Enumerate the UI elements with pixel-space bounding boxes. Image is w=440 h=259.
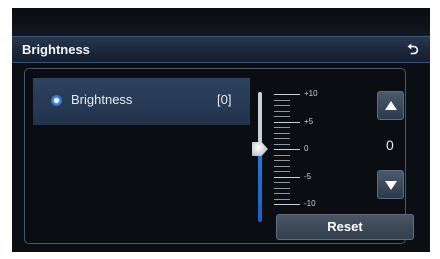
scale-label: +5 (304, 117, 314, 126)
scale-tick (274, 204, 300, 205)
scale-tick (274, 144, 290, 145)
scale-tick (274, 171, 290, 172)
scale-tick (274, 166, 290, 167)
scale-label: -10 (304, 199, 316, 208)
current-value: 0 (386, 137, 394, 153)
increase-button[interactable] (377, 91, 404, 120)
scale-tick (274, 94, 300, 95)
brightness-option-row[interactable]: Brightness [0] (33, 78, 250, 125)
scale-label: -5 (304, 172, 312, 181)
scale-tick (274, 182, 290, 183)
decrease-button[interactable] (377, 170, 404, 199)
back-arrow-icon: ⮌ (407, 41, 419, 57)
scale-tick (274, 111, 290, 112)
scale-tick (274, 155, 290, 156)
up-arrow-icon (385, 101, 397, 110)
scale-tick (274, 122, 300, 123)
scale-tick (274, 199, 290, 200)
scale-tick (274, 127, 290, 128)
back-button[interactable]: ⮌ (402, 40, 424, 59)
scale-tick (274, 138, 290, 139)
option-value: [0] (217, 92, 232, 107)
scale-label: 0 (304, 144, 309, 153)
scale-tick (274, 193, 290, 194)
page-title: Brightness (22, 42, 90, 57)
scale-tick (274, 133, 290, 134)
status-strip (12, 8, 430, 36)
scale-label: +10 (304, 89, 318, 98)
scale-tick (274, 105, 290, 106)
scale-tick (274, 188, 290, 189)
screen-border-bottom (0, 252, 440, 259)
scale-tick (274, 160, 290, 161)
radio-selected-icon[interactable] (51, 95, 62, 106)
scale-tick (274, 100, 290, 101)
scale-tick (274, 149, 300, 150)
down-arrow-icon (385, 181, 397, 190)
title-bar: Brightness ⮌ (12, 36, 430, 63)
option-label: Brightness (71, 92, 133, 107)
scale-tick (274, 116, 290, 117)
reset-button[interactable]: Reset (276, 214, 414, 240)
scale-tick (274, 177, 300, 178)
slider-scale: +10 +5 0 -5 -10 (274, 89, 322, 209)
